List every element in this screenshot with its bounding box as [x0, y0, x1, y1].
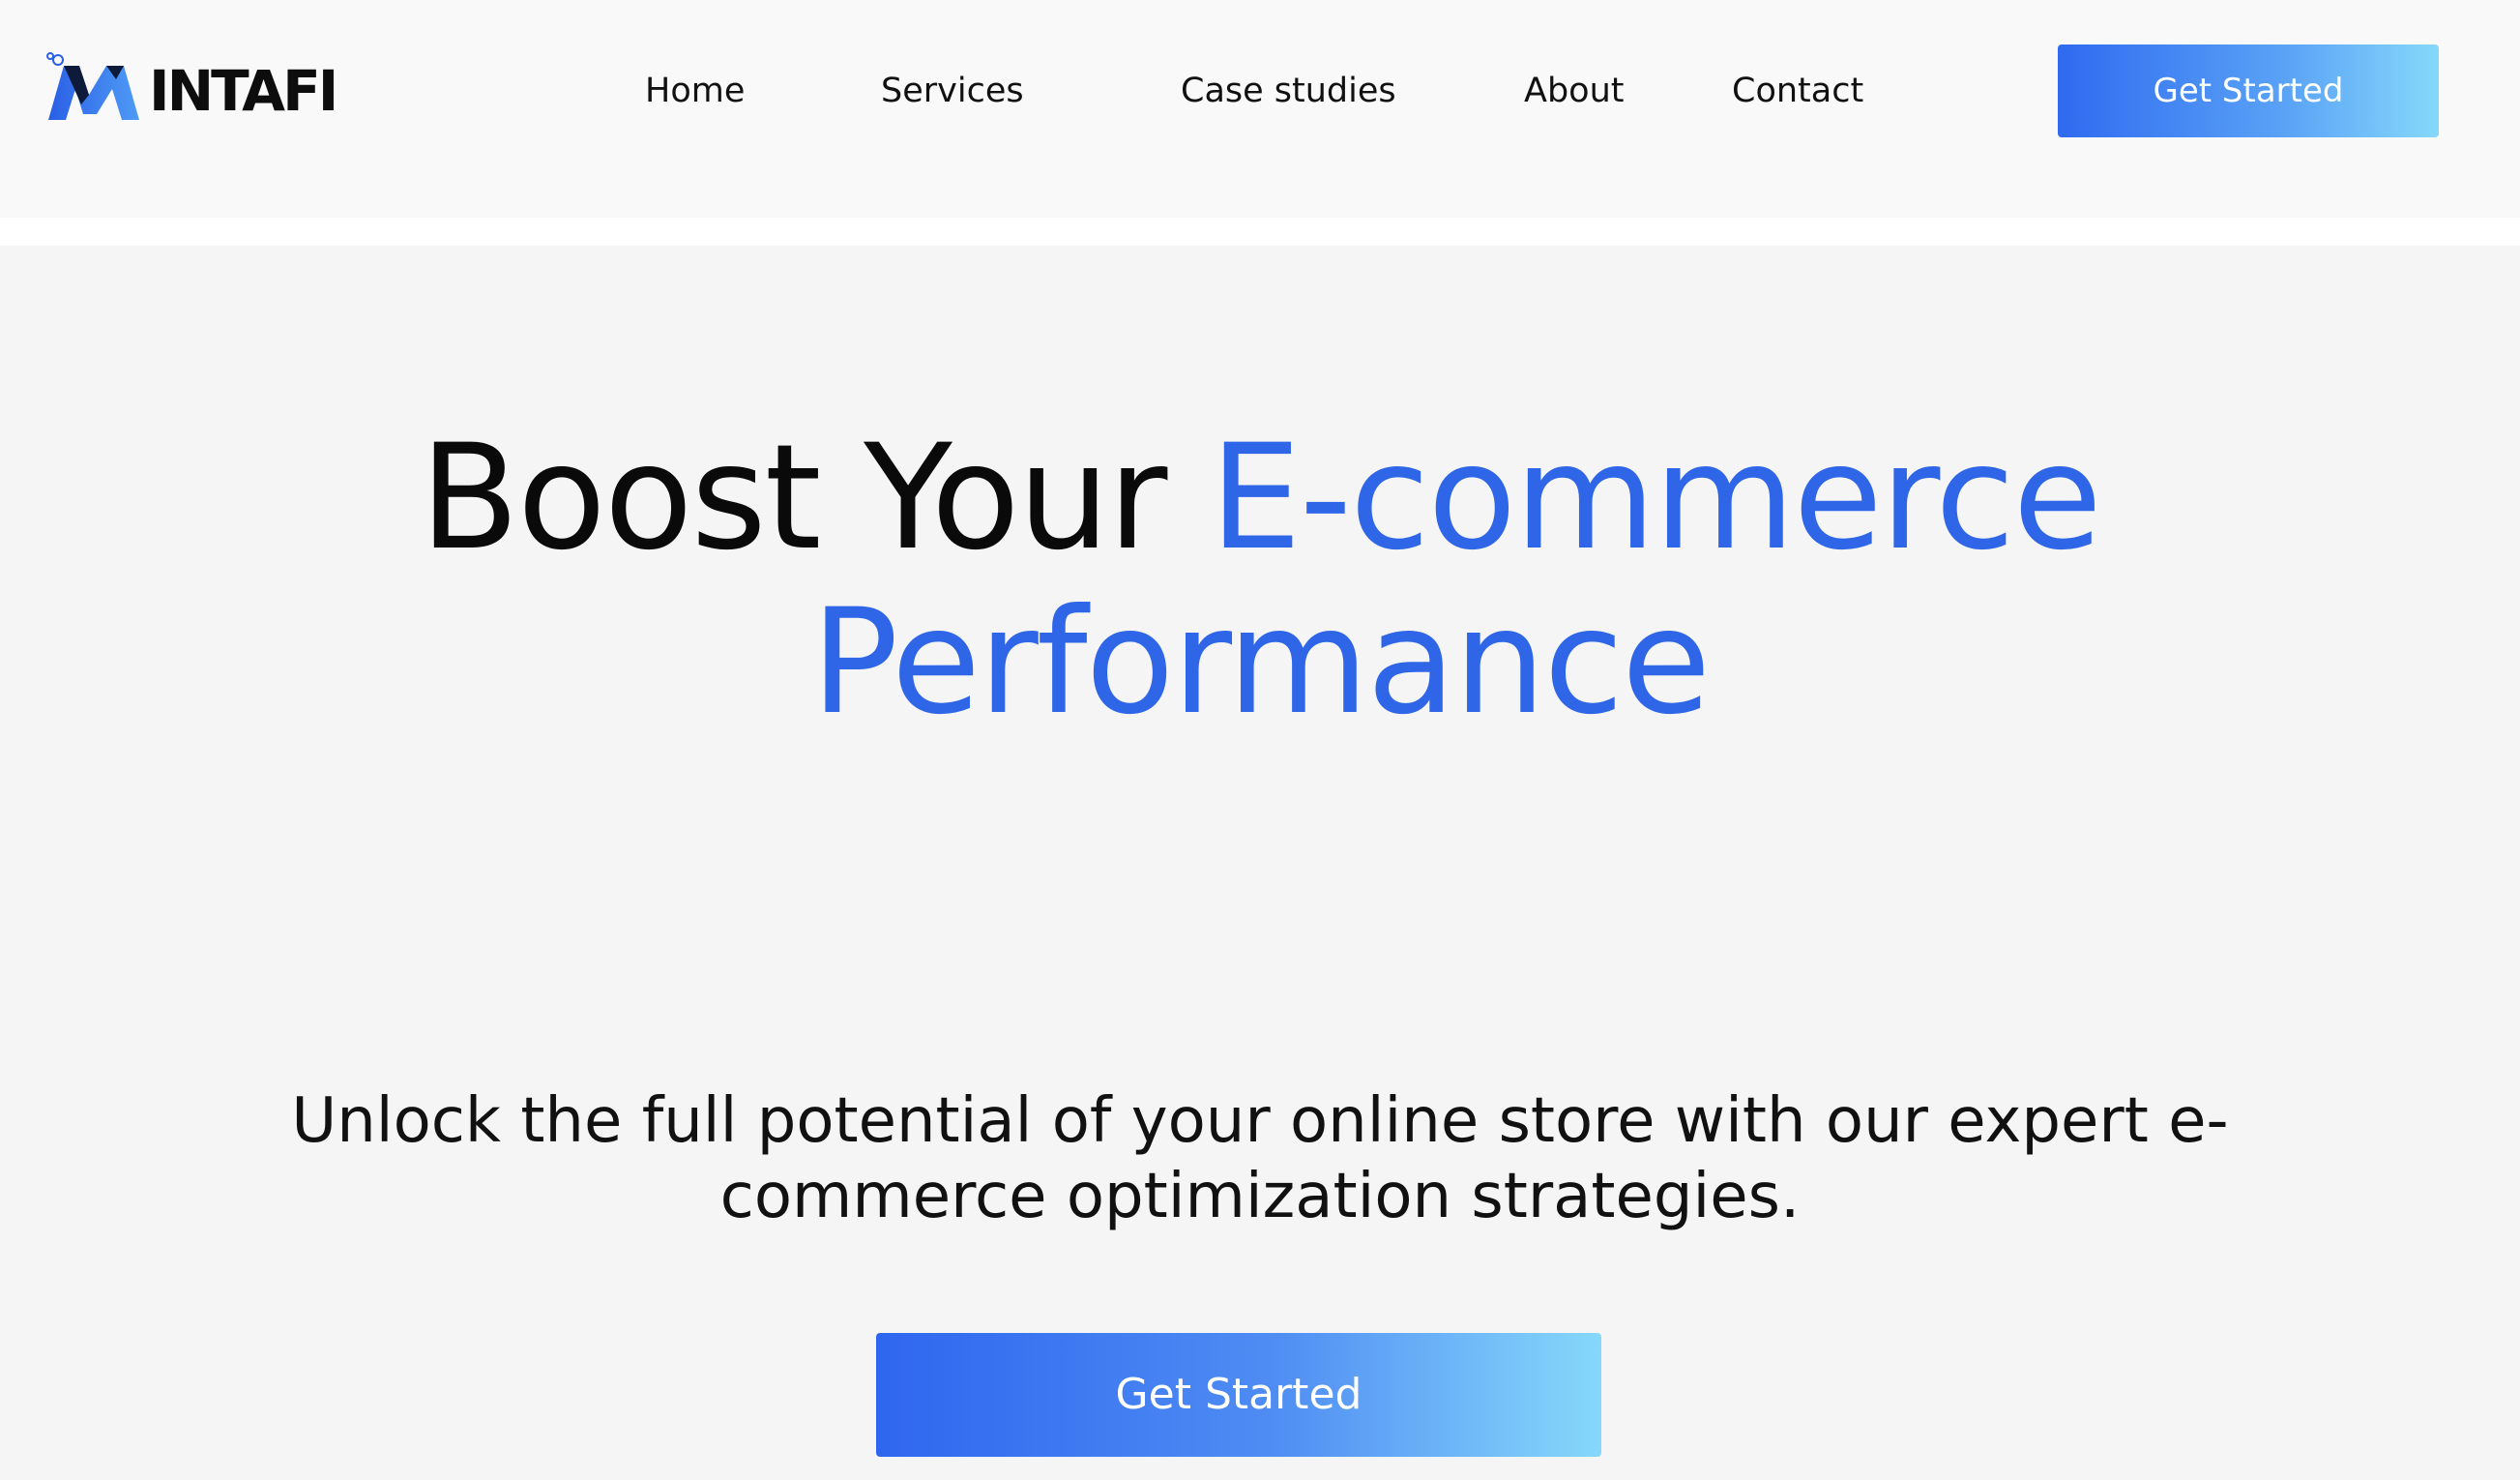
brand-logo[interactable]: INTAFI — [43, 50, 342, 128]
nav-services[interactable]: Services — [881, 62, 1024, 120]
nav-contact[interactable]: Contact — [1732, 62, 1863, 120]
hero-subtitle-line-1: Unlock the full potential of your online… — [291, 1085, 2229, 1157]
hero-title: Boost Your E-commerce Performance — [100, 416, 2420, 745]
site-header: INTAFI Home Services Case studies About … — [0, 0, 2520, 218]
nav-home[interactable]: Home — [645, 62, 745, 120]
hero-subtitle-line-2: commerce optimization strategies. — [719, 1161, 1801, 1232]
hero-title-plain: Boost Your — [420, 414, 1167, 582]
brand-name: INTAFI — [149, 58, 338, 124]
nav-about[interactable]: About — [1524, 62, 1624, 120]
header-get-started-button[interactable]: Get Started — [2058, 44, 2439, 137]
page: INTAFI Home Services Case studies About … — [0, 0, 2520, 1480]
hero-subtitle: Unlock the full potential of your online… — [148, 1083, 2372, 1234]
nav-case-studies[interactable]: Case studies — [1181, 62, 1396, 120]
hero-get-started-button[interactable]: Get Started — [876, 1333, 1601, 1457]
m-letter-logo-icon — [46, 52, 139, 120]
